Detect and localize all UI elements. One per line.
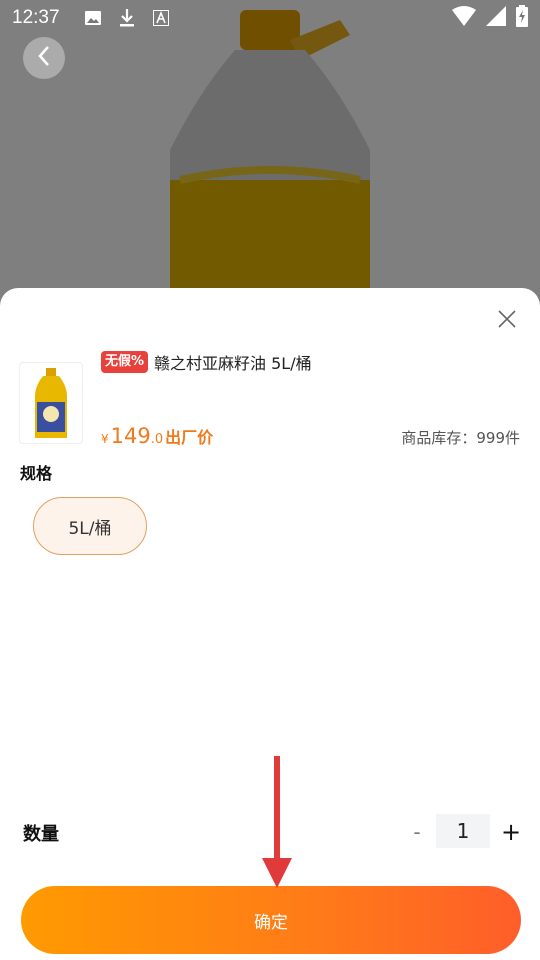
authentic-badge: 无假% <box>101 351 149 373</box>
quantity-input[interactable]: 1 <box>436 814 490 848</box>
quantity-decrease-button[interactable]: - <box>405 815 429 849</box>
red-arrow-annotation <box>262 756 292 888</box>
text-a-icon <box>150 7 172 29</box>
product-thumbnail <box>19 362 83 444</box>
spec-option-5l[interactable]: 5L/桶 <box>33 497 147 555</box>
currency-symbol: ¥ <box>101 432 109 446</box>
price-type-label: 出厂价 <box>165 428 214 447</box>
status-bar: 12:37 <box>0 0 540 36</box>
signal-icon <box>486 6 506 30</box>
quantity-label: 数量 <box>23 824 59 845</box>
close-button[interactable] <box>494 308 520 334</box>
back-button[interactable] <box>23 37 65 79</box>
price: ¥ 149 .0 出厂价 <box>101 424 213 448</box>
spec-label: 规格 <box>20 464 53 483</box>
confirm-button[interactable]: 确定 <box>21 886 521 954</box>
chevron-left-icon <box>37 45 51 71</box>
image-icon <box>82 7 104 29</box>
battery-charging-icon <box>516 5 528 31</box>
price-integer: 149 <box>110 424 151 448</box>
close-icon <box>498 310 516 332</box>
price-decimal: .0 <box>150 432 164 447</box>
stock-count: 商品库存：999件 <box>401 429 520 447</box>
product-title-row: 无假% 赣之村亚麻籽油 5L/桶 <box>101 350 312 374</box>
status-time: 12:37 <box>12 7 60 28</box>
product-title: 赣之村亚麻籽油 5L/桶 <box>154 354 312 373</box>
quantity-increase-button[interactable]: + <box>498 815 524 849</box>
wifi-icon <box>452 6 476 30</box>
download-icon <box>116 7 138 29</box>
